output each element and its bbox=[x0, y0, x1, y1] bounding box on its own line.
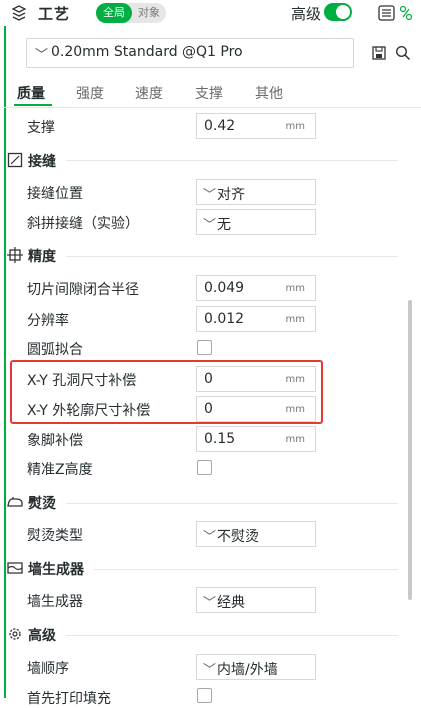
xy-contour-label: X-Y 外轮廓尺寸补偿 bbox=[27, 403, 151, 419]
advanced-label: 高级 bbox=[291, 5, 322, 23]
header: 工艺 全局 对象 高级 bbox=[0, 0, 421, 26]
slice-gap-label: 切片间隙闭合半径 bbox=[27, 282, 139, 298]
xy-hole-value: 0 bbox=[204, 371, 213, 387]
scarf-seam-label: 斜拼接缝（实验） bbox=[27, 216, 139, 232]
ironing-type-value: 不熨烫 bbox=[217, 529, 259, 545]
first-print-infill-checkbox[interactable] bbox=[197, 688, 212, 703]
scope-switch[interactable]: 全局 对象 bbox=[96, 3, 166, 23]
panel-title: 工艺 bbox=[38, 5, 71, 23]
scrollbar[interactable] bbox=[408, 300, 412, 600]
wall-order-label: 墙顺序 bbox=[27, 661, 69, 677]
preset-dropdown[interactable]: ﹀ 0.20mm Standard @Q1 Pro bbox=[26, 38, 354, 68]
preset-value: 0.20mm Standard @Q1 Pro bbox=[51, 44, 243, 60]
precise-z-checkbox[interactable] bbox=[197, 460, 212, 475]
section-divider bbox=[66, 256, 398, 257]
list-view-icon[interactable] bbox=[378, 5, 395, 21]
arc-fitting-checkbox[interactable] bbox=[197, 340, 212, 355]
advanced-toggle[interactable] bbox=[324, 3, 352, 21]
scarf-seam-dropdown[interactable]: ﹀ 无 bbox=[196, 209, 316, 235]
seam-position-value: 对齐 bbox=[217, 187, 245, 203]
resolution-label: 分辨率 bbox=[27, 313, 69, 329]
slice-gap-input[interactable]: 0.049 mm bbox=[196, 275, 316, 301]
section-divider bbox=[66, 503, 398, 504]
seam-position-label: 接缝位置 bbox=[27, 186, 83, 202]
slice-gap-unit: mm bbox=[285, 283, 305, 294]
seam-section-title: 接缝 bbox=[28, 154, 56, 170]
left-accent-bar bbox=[4, 26, 6, 698]
scarf-seam-value: 无 bbox=[217, 217, 231, 233]
tab-others[interactable]: 其他 bbox=[255, 83, 283, 103]
resolution-input[interactable]: 0.012 mm bbox=[196, 306, 316, 332]
global-tab[interactable]: 全局 bbox=[96, 3, 132, 23]
support-unit: mm bbox=[285, 121, 305, 132]
xy-contour-input[interactable]: 0 mm bbox=[196, 396, 316, 422]
seam-position-dropdown[interactable]: ﹀ 对齐 bbox=[196, 179, 316, 205]
wall-generator-dropdown[interactable]: ﹀ 经典 bbox=[196, 587, 316, 613]
ironing-type-dropdown[interactable]: ﹀ 不熨烫 bbox=[196, 521, 316, 547]
tab-quality[interactable]: 质量 bbox=[17, 83, 45, 103]
support-input[interactable]: 0.42 mm bbox=[196, 113, 316, 139]
xy-hole-input[interactable]: 0 mm bbox=[196, 366, 316, 392]
elephant-foot-label: 象脚补偿 bbox=[27, 433, 83, 449]
object-tab[interactable]: 对象 bbox=[134, 3, 164, 23]
chevron-down-icon: ﹀ bbox=[203, 663, 217, 678]
tab-divider bbox=[0, 107, 421, 108]
tab-support[interactable]: 支撑 bbox=[195, 83, 223, 103]
section-divider bbox=[66, 635, 398, 636]
wall-generator-section-title: 墙生成器 bbox=[28, 562, 84, 578]
ironing-type-label: 熨烫类型 bbox=[27, 528, 83, 544]
chevron-down-icon: ﹀ bbox=[203, 188, 217, 203]
chevron-down-icon: ﹀ bbox=[203, 218, 217, 233]
arc-fitting-label: 圆弧拟合 bbox=[27, 342, 83, 358]
save-icon[interactable] bbox=[372, 46, 386, 60]
gear-icon bbox=[9, 628, 21, 640]
search-icon[interactable] bbox=[395, 45, 411, 61]
chevron-down-icon: ﹀ bbox=[35, 48, 49, 63]
seam-icon bbox=[7, 152, 23, 168]
advanced-section-title: 高级 bbox=[28, 628, 56, 644]
wall-generator-value: 经典 bbox=[217, 595, 245, 611]
ironing-section-title: 熨烫 bbox=[28, 496, 56, 512]
precision-section-title: 精度 bbox=[28, 249, 56, 265]
tab-speed[interactable]: 速度 bbox=[135, 83, 163, 103]
xy-hole-unit: mm bbox=[285, 374, 305, 385]
iron-icon bbox=[7, 497, 23, 507]
support-label: 支撑 bbox=[27, 120, 55, 136]
wall-order-value: 内墙/外墙 bbox=[217, 662, 278, 678]
compare-icon[interactable] bbox=[399, 5, 413, 21]
active-tab-underline bbox=[14, 104, 52, 106]
wall-generator-icon bbox=[7, 562, 23, 574]
section-divider bbox=[66, 160, 398, 161]
chevron-down-icon: ﹀ bbox=[203, 530, 217, 545]
resolution-value: 0.012 bbox=[204, 311, 245, 327]
wall-generator-label: 墙生成器 bbox=[27, 594, 83, 610]
resolution-unit: mm bbox=[285, 314, 305, 325]
precise-z-label: 精准Z高度 bbox=[27, 462, 93, 478]
first-print-infill-label: 首先打印填充 bbox=[27, 691, 111, 707]
precision-icon bbox=[7, 247, 23, 263]
tab-strength[interactable]: 强度 bbox=[76, 83, 104, 103]
elephant-foot-value: 0.15 bbox=[204, 431, 236, 447]
xy-contour-value: 0 bbox=[204, 401, 213, 417]
chevron-down-icon: ﹀ bbox=[203, 596, 217, 611]
elephant-foot-unit: mm bbox=[285, 434, 305, 445]
slice-gap-value: 0.049 bbox=[204, 280, 245, 296]
xy-contour-unit: mm bbox=[285, 404, 305, 415]
section-divider bbox=[94, 569, 398, 570]
support-value: 0.42 bbox=[204, 118, 236, 134]
xy-hole-label: X-Y 孔洞尺寸补偿 bbox=[27, 373, 137, 389]
process-layers-icon bbox=[11, 5, 27, 21]
wall-order-dropdown[interactable]: ﹀ 内墙/外墙 bbox=[196, 654, 316, 680]
toggle-knob bbox=[336, 5, 350, 19]
elephant-foot-input[interactable]: 0.15 mm bbox=[196, 426, 316, 452]
